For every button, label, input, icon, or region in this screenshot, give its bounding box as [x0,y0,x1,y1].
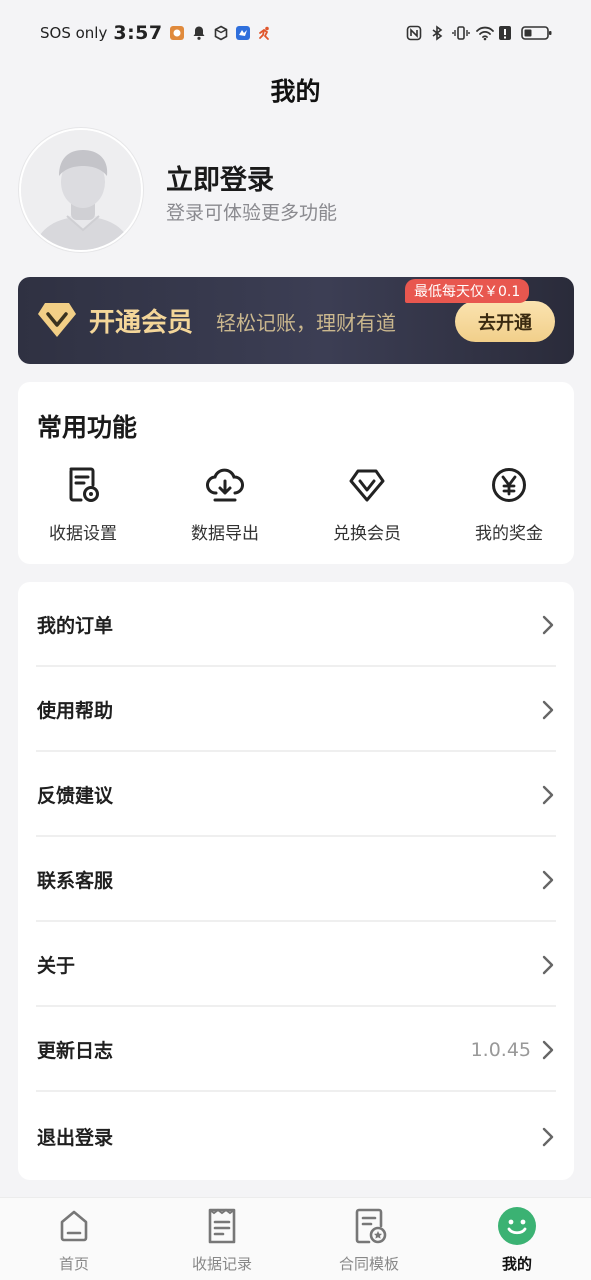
func-label: 兑换会员 [333,524,401,544]
vip-price-badge: 最低每天仅￥0.1 [405,279,530,303]
tab-label: 合同模板 [338,1255,399,1273]
vip-title: 开通会员 [89,308,194,338]
menu-item-changelog[interactable]: 更新日志 1.0.45 [18,1007,574,1092]
menu-item-logout[interactable]: 退出登录 [18,1094,574,1179]
cloud-download-icon [206,468,244,502]
my-bonus-button[interactable]: 我的奖金 [444,466,574,544]
vip-slogan: 轻松记账，理财有道 [216,311,396,335]
yen-coin-icon [492,468,526,502]
func-label: 数据导出 [191,524,259,544]
chevron-right-icon [542,870,554,889]
clock: 3:57 [113,22,163,44]
chevron-right-icon [542,700,554,719]
menu-item-help[interactable]: 使用帮助 [18,667,574,752]
data-export-button[interactable]: 数据导出 [160,466,290,544]
receipt-settings-button[interactable]: 收据设置 [18,466,148,544]
tab-label: 首页 [58,1255,89,1273]
bottom-tab-bar: 首页 收据记录 合同模板 我的 [0,1197,591,1280]
signal-alert-icon [498,25,514,41]
login-subtitle: 登录可体验更多功能 [166,202,338,224]
tab-home[interactable]: 首页 [14,1206,134,1274]
version-text: 1.0.45 [470,1038,531,1061]
nfc-icon [406,25,422,41]
battery-icon [521,25,553,41]
default-avatar-icon [21,130,141,250]
chevron-right-icon [542,1127,554,1146]
tab-contract-templates[interactable]: 合同模板 [309,1206,429,1274]
bird-app-icon [235,25,251,41]
menu-card: 我的订单 使用帮助 反馈建议 联系客服 关于 更新日志 1.0.45 退出登录 [18,582,574,1180]
receipt-list-icon [208,1208,236,1244]
page-title: 我的 [270,77,321,106]
menu-label: 关于 [37,955,76,977]
menu-label: 更新日志 [37,1040,114,1062]
menu-item-feedback[interactable]: 反馈建议 [18,752,574,837]
vibrate-icon [452,25,470,41]
menu-label: 我的订单 [37,615,114,637]
menu-label: 退出登录 [37,1127,114,1149]
tab-receipt-records[interactable]: 收据记录 [162,1206,282,1274]
menu-label: 反馈建议 [37,785,114,807]
menu-item-contact-service[interactable]: 联系客服 [18,837,574,922]
bell-icon [191,25,207,41]
menu-label: 使用帮助 [37,700,114,722]
tab-mine[interactable]: 我的 [457,1206,577,1274]
common-functions-card: 常用功能 收据设置 数据导出 兑换会员 我的奖金 [18,382,574,564]
status-bar: SOS only 3:57 [0,0,591,66]
chevron-right-icon [542,955,554,974]
open-vip-button[interactable]: 去开通 [455,301,555,342]
menu-label: 联系客服 [37,870,114,892]
func-label: 我的奖金 [475,524,543,544]
receipt-settings-icon [69,467,99,502]
func-label: 收据设置 [49,524,117,544]
vip-diamond-icon [37,301,77,339]
app-notification-icon [169,25,185,41]
menu-item-about[interactable]: 关于 [18,922,574,1007]
carrier-text: SOS only [40,24,108,42]
redeem-vip-button[interactable]: 兑换会员 [302,466,432,544]
menu-item-orders[interactable]: 我的订单 [18,582,574,667]
tab-label: 我的 [501,1255,532,1273]
chevron-right-icon [542,1040,554,1059]
divider [36,1090,556,1092]
chevron-right-icon [542,615,554,634]
box-icon [213,25,229,41]
section-title: 常用功能 [37,413,138,442]
vip-banner[interactable]: 开通会员 轻松记账，理财有道 去开通 最低每天仅￥0.1 [18,277,574,364]
bluetooth-icon [429,25,445,41]
tab-label: 收据记录 [191,1255,252,1273]
chevron-right-icon [542,785,554,804]
login-title[interactable]: 立即登录 [166,158,274,197]
home-icon [60,1210,88,1242]
vip-diamond-icon [349,469,385,502]
smile-icon [498,1207,536,1245]
runner-app-icon [257,25,273,41]
wifi-icon [475,25,494,41]
avatar[interactable] [19,128,143,252]
contract-template-icon [355,1208,387,1244]
